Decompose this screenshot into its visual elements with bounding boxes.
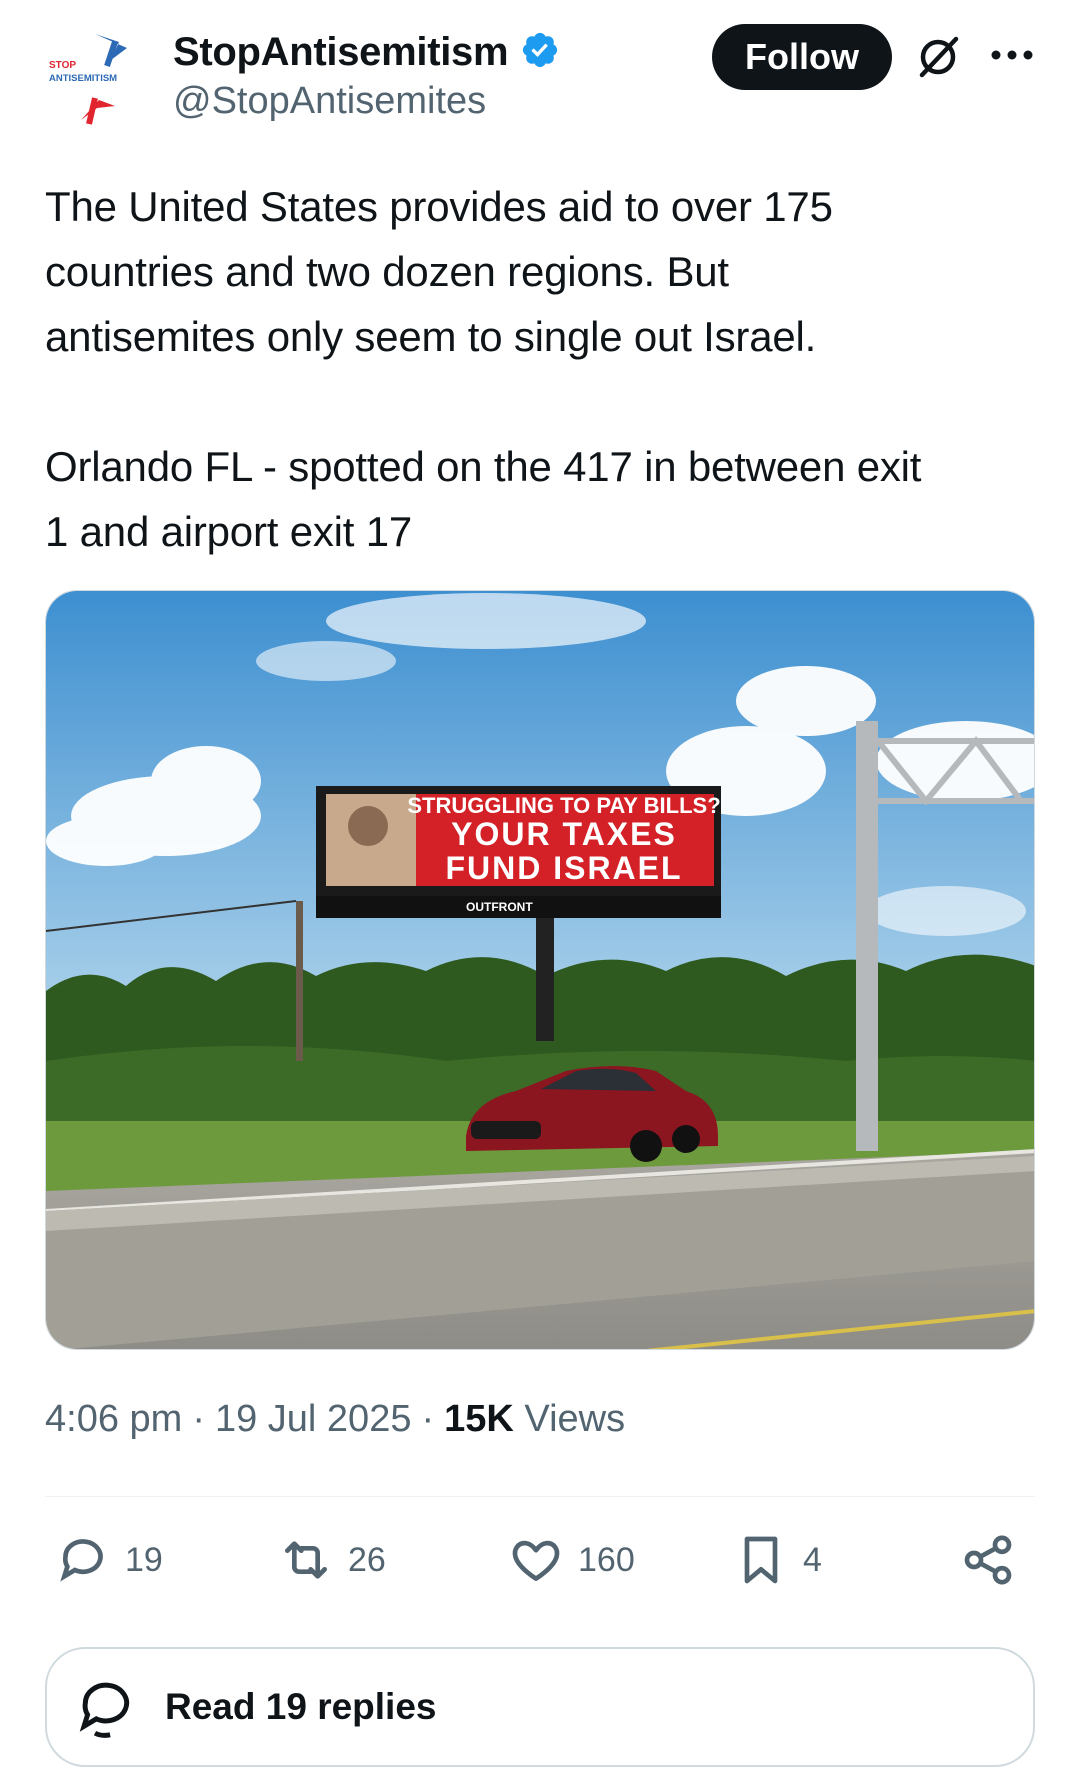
like-button[interactable]: 160 bbox=[508, 1530, 635, 1590]
views-count: 15K bbox=[444, 1398, 514, 1440]
billboard-brand: OUTFRONT bbox=[466, 900, 533, 914]
reply-count: 19 bbox=[125, 1540, 163, 1579]
tweet-meta: 4:06 pm · 19 Jul 2025 · 15K Views bbox=[45, 1398, 625, 1441]
tweet-photo[interactable]: STRUGGLING TO PAY BILLS? YOUR TAXES FUND… bbox=[45, 590, 1035, 1350]
meta-separator: · bbox=[421, 1398, 435, 1440]
bookmark-button[interactable]: 4 bbox=[733, 1530, 822, 1590]
logo-text-top: STOP bbox=[49, 60, 76, 71]
display-name[interactable]: StopAntisemitism bbox=[173, 30, 509, 75]
billboard-line2: YOUR TAXES bbox=[451, 816, 677, 852]
read-replies-button[interactable]: Read 19 replies bbox=[45, 1647, 1035, 1767]
share-button[interactable] bbox=[960, 1530, 1016, 1590]
repost-count: 26 bbox=[348, 1540, 386, 1579]
reply-icon bbox=[60, 1539, 103, 1582]
billboard-line1: STRUGGLING TO PAY BILLS? bbox=[407, 793, 720, 818]
logo-text-bottom: ANTISEMITISM bbox=[49, 73, 117, 84]
billboard-line3: FUND ISRAEL bbox=[445, 850, 682, 886]
views-label: Views bbox=[524, 1398, 626, 1440]
reply-button[interactable]: 19 bbox=[55, 1530, 163, 1590]
tweet-date[interactable]: 19 Jul 2025 bbox=[215, 1398, 412, 1441]
bookmark-count: 4 bbox=[803, 1540, 822, 1579]
bookmark-icon bbox=[744, 1536, 778, 1584]
name-row: StopAntisemitism bbox=[173, 28, 560, 76]
heart-icon bbox=[512, 1540, 560, 1581]
share-icon bbox=[964, 1535, 1012, 1585]
like-count: 160 bbox=[578, 1540, 635, 1579]
replies-bubble-icon bbox=[79, 1682, 130, 1738]
repost-button[interactable]: 26 bbox=[278, 1530, 386, 1590]
grok-icon[interactable] bbox=[914, 33, 962, 81]
divider bbox=[45, 1496, 1035, 1497]
tweet-time[interactable]: 4:06 pm bbox=[45, 1398, 182, 1441]
repost-icon bbox=[285, 1541, 327, 1579]
more-options-icon[interactable] bbox=[990, 42, 1034, 68]
account-logo[interactable]: STOP ANTISEMITISM bbox=[45, 28, 145, 128]
account-handle[interactable]: @StopAntisemites bbox=[173, 80, 486, 123]
follow-button[interactable]: Follow bbox=[712, 24, 892, 90]
verified-badge-icon bbox=[520, 30, 560, 75]
meta-separator: · bbox=[192, 1398, 205, 1440]
views[interactable]: 15K Views bbox=[444, 1398, 625, 1441]
tweet-text: The United States provides aid to over 1… bbox=[45, 183, 922, 555]
read-replies-label: Read 19 replies bbox=[165, 1686, 437, 1727]
